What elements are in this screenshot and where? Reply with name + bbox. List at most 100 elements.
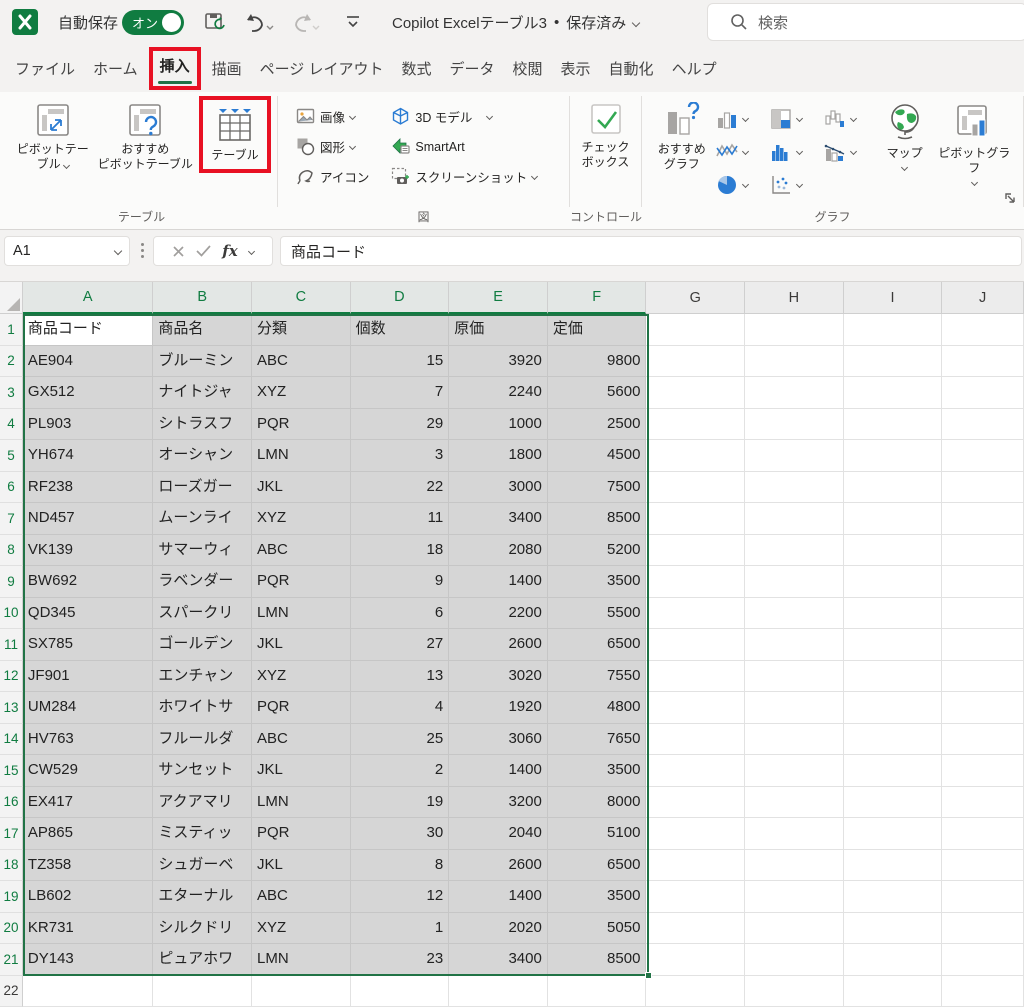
cell-J14[interactable] (942, 724, 1024, 756)
formula-bar-grip[interactable] (141, 243, 144, 258)
select-all-corner[interactable] (0, 282, 23, 314)
cell-C18[interactable]: JKL (252, 850, 351, 882)
cell-D3[interactable]: 7 (351, 377, 450, 409)
cell-F16[interactable]: 8000 (548, 787, 647, 819)
cell-J21[interactable] (942, 944, 1024, 976)
cell-D22[interactable] (351, 976, 450, 1008)
cell-A10[interactable]: QD345 (23, 598, 153, 630)
tab-page-layout[interactable]: ページ レイアウト (260, 61, 384, 78)
cell-B5[interactable]: オーシャン (153, 440, 252, 472)
cell-A3[interactable]: GX512 (23, 377, 153, 409)
cell-H16[interactable] (745, 787, 844, 819)
cell-G13[interactable] (646, 692, 745, 724)
cell-B22[interactable] (153, 976, 252, 1008)
cell-B19[interactable]: エターナル (153, 881, 252, 913)
row-header-15[interactable]: 15 (0, 755, 23, 787)
tab-draw[interactable]: 描画 (212, 61, 242, 78)
cell-I16[interactable] (844, 787, 943, 819)
cancel-icon[interactable] (172, 245, 185, 258)
cell-G5[interactable] (646, 440, 745, 472)
cell-G4[interactable] (646, 409, 745, 441)
column-header-D[interactable]: D (351, 282, 450, 314)
row-header-12[interactable]: 12 (0, 661, 23, 693)
cell-F9[interactable]: 3500 (548, 566, 647, 598)
cell-F20[interactable]: 5050 (548, 913, 647, 945)
row-header-17[interactable]: 17 (0, 818, 23, 850)
tab-formulas[interactable]: 数式 (401, 61, 431, 78)
cell-D21[interactable]: 23 (351, 944, 450, 976)
cell-F5[interactable]: 4500 (548, 440, 647, 472)
cell-H14[interactable] (745, 724, 844, 756)
cell-A2[interactable]: AE904 (23, 346, 153, 378)
cell-H17[interactable] (745, 818, 844, 850)
cell-B2[interactable]: ブルーミン (153, 346, 252, 378)
cell-C4[interactable]: PQR (252, 409, 351, 441)
cell-F17[interactable]: 5100 (548, 818, 647, 850)
cell-H5[interactable] (745, 440, 844, 472)
cell-A12[interactable]: JF901 (23, 661, 153, 693)
cell-D15[interactable]: 2 (351, 755, 450, 787)
name-box[interactable]: A1 (4, 236, 130, 266)
cell-G9[interactable] (646, 566, 745, 598)
cell-G12[interactable] (646, 661, 745, 693)
cell-I3[interactable] (844, 377, 943, 409)
cell-J1[interactable] (942, 314, 1024, 346)
column-header-G[interactable]: G (646, 282, 745, 314)
column-header-E[interactable]: E (449, 282, 548, 314)
cell-B3[interactable]: ナイトジャ (153, 377, 252, 409)
cell-J12[interactable] (942, 661, 1024, 693)
row-header-3[interactable]: 3 (0, 377, 23, 409)
cell-D16[interactable]: 19 (351, 787, 450, 819)
cell-F8[interactable]: 5200 (548, 535, 647, 567)
cell-F13[interactable]: 4800 (548, 692, 647, 724)
cell-J10[interactable] (942, 598, 1024, 630)
formula-input[interactable]: 商品コード (280, 236, 1022, 266)
cell-A21[interactable]: DY143 (23, 944, 153, 976)
cell-G6[interactable] (646, 472, 745, 504)
cell-J15[interactable] (942, 755, 1024, 787)
cell-C5[interactable]: LMN (252, 440, 351, 472)
cell-C2[interactable]: ABC (252, 346, 351, 378)
cell-H4[interactable] (745, 409, 844, 441)
line-chart-button[interactable] (712, 135, 766, 168)
cell-E12[interactable]: 3020 (449, 661, 548, 693)
column-chart-button[interactable] (712, 102, 766, 135)
cell-D13[interactable]: 4 (351, 692, 450, 724)
spreadsheet-grid[interactable]: ABCDEFGHIJ1商品コード商品名分類個数原価定価2AE904ブルーミンAB… (0, 282, 1024, 1008)
tab-automate[interactable]: 自動化 (609, 61, 654, 78)
cell-A8[interactable]: VK139 (23, 535, 153, 567)
column-header-B[interactable]: B (153, 282, 252, 314)
cell-F21[interactable]: 8500 (548, 944, 647, 976)
pie-chart-button[interactable] (712, 168, 766, 201)
cell-G14[interactable] (646, 724, 745, 756)
cell-D4[interactable]: 29 (351, 409, 450, 441)
cell-I8[interactable] (844, 535, 943, 567)
row-header-7[interactable]: 7 (0, 503, 23, 535)
cell-D8[interactable]: 18 (351, 535, 450, 567)
cell-G19[interactable] (646, 881, 745, 913)
cell-G20[interactable] (646, 913, 745, 945)
cell-C19[interactable]: ABC (252, 881, 351, 913)
cell-E3[interactable]: 2240 (449, 377, 548, 409)
cell-G21[interactable] (646, 944, 745, 976)
pivot-table-button[interactable]: ピボットテー ブル (12, 98, 93, 176)
cell-H10[interactable] (745, 598, 844, 630)
cell-B6[interactable]: ローズガー (153, 472, 252, 504)
cell-E6[interactable]: 3000 (449, 472, 548, 504)
cell-C17[interactable]: PQR (252, 818, 351, 850)
cell-B10[interactable]: スパークリ (153, 598, 252, 630)
cell-D12[interactable]: 13 (351, 661, 450, 693)
cell-G22[interactable] (646, 976, 745, 1008)
cell-D14[interactable]: 25 (351, 724, 450, 756)
cell-H22[interactable] (745, 976, 844, 1008)
cell-H18[interactable] (745, 850, 844, 882)
cell-I21[interactable] (844, 944, 943, 976)
cell-G16[interactable] (646, 787, 745, 819)
cell-G8[interactable] (646, 535, 745, 567)
cell-J8[interactable] (942, 535, 1024, 567)
cell-B21[interactable]: ピュアホワ (153, 944, 252, 976)
cell-C10[interactable]: LMN (252, 598, 351, 630)
tab-view[interactable]: 表示 (561, 61, 591, 78)
cell-D19[interactable]: 12 (351, 881, 450, 913)
cell-D18[interactable]: 8 (351, 850, 450, 882)
